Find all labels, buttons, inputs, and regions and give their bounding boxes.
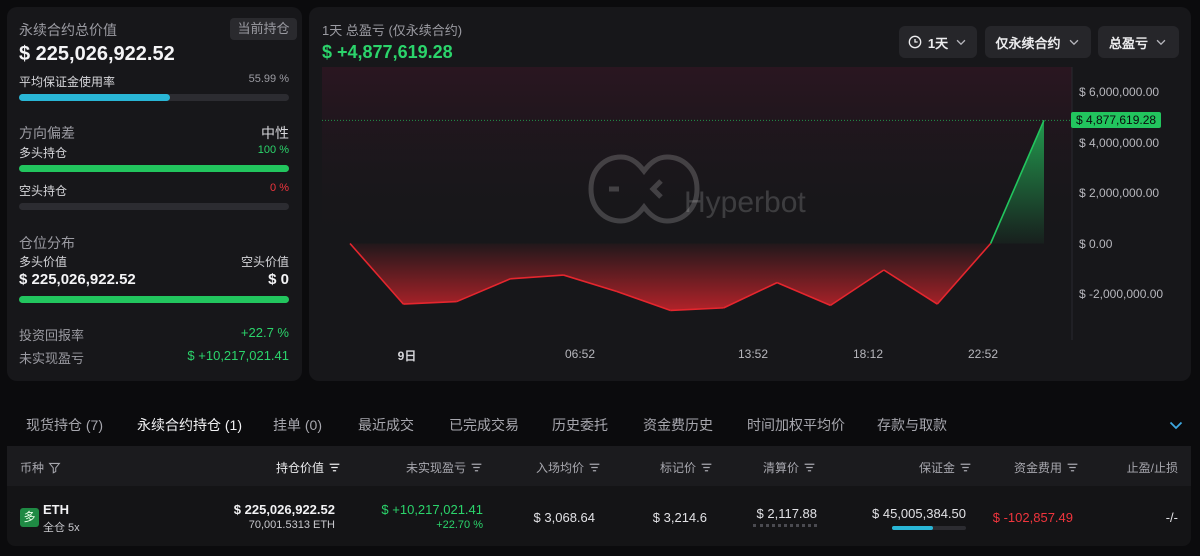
liquidation-price: $ 2,117.88 bbox=[756, 506, 817, 521]
short-position-bar bbox=[19, 203, 289, 210]
header-unrealized-pnl-label: 未实现盈亏 bbox=[405, 461, 466, 475]
roi-label: 投资回报率 bbox=[19, 328, 85, 343]
current-positions-tag[interactable]: 当前持仓 bbox=[230, 18, 297, 40]
header-margin[interactable]: 保证金 bbox=[919, 459, 972, 476]
margin-usage-mini-bar bbox=[892, 526, 966, 530]
sort-icon[interactable] bbox=[328, 461, 341, 474]
long-side-badge: 多 bbox=[20, 508, 39, 527]
x-tick-label: 06:52 bbox=[564, 347, 596, 361]
tab-twap[interactable]: 时间加权平均价 bbox=[747, 415, 845, 435]
header-margin-label: 保证金 bbox=[918, 461, 955, 475]
header-tpsl: 止盈/止损 bbox=[1126, 461, 1178, 475]
header-funding-label: 资金费用 bbox=[1013, 461, 1062, 475]
filter-icon[interactable] bbox=[48, 461, 61, 474]
margin-value: $ 45,005,384.50 bbox=[872, 506, 966, 521]
short-value: $ 0 bbox=[268, 271, 289, 288]
header-entry-price-label: 入场均价 bbox=[535, 461, 584, 475]
tab-recent-fills[interactable]: 最近成交 bbox=[358, 415, 414, 435]
header-position-value-label: 持仓价值 bbox=[275, 461, 324, 475]
summary-title: 永续合约总价值 bbox=[19, 22, 117, 38]
positions-table-header: 币种 持仓价值 未实现盈亏 入场均价 标记价 清算价 保证金 资金费用 止盈/止… bbox=[7, 446, 1191, 486]
funding-fee: $ -102,857.49 bbox=[992, 510, 1073, 525]
margin-usage-label: 平均保证金使用率 bbox=[19, 75, 116, 89]
y-tick-label: $ 2,000,000.00 bbox=[1079, 186, 1160, 200]
long-value-label: 多头价值 bbox=[19, 255, 68, 269]
tpsl-value[interactable]: -/- bbox=[1166, 510, 1178, 525]
unrealized-pnl-label: 未实现盈亏 bbox=[19, 351, 85, 366]
margin-usage-bar-fill bbox=[19, 94, 170, 101]
header-mark-price[interactable]: 标记价 bbox=[660, 459, 713, 476]
header-unrealized-pnl[interactable]: 未实现盈亏 bbox=[406, 459, 483, 476]
y-tick-label: $ -2,000,000.00 bbox=[1079, 287, 1164, 301]
tab-completed-trades[interactable]: 已完成交易 bbox=[449, 415, 519, 435]
roi-value: +22.7 % bbox=[240, 325, 289, 340]
header-mark-price-label: 标记价 bbox=[659, 461, 696, 475]
y-tick-label: $ 0.00 bbox=[1079, 236, 1113, 251]
y-tick-label: $ 6,000,000.00 bbox=[1079, 85, 1160, 99]
tab-funding-history[interactable]: 资金费历史 bbox=[643, 415, 713, 435]
tab-order-history[interactable]: 历史委托 bbox=[552, 415, 608, 435]
sort-icon[interactable] bbox=[803, 461, 816, 474]
sort-icon[interactable] bbox=[1066, 461, 1079, 474]
margin-usage-mini-bar-fill bbox=[892, 526, 933, 530]
total-value: $ 225,026,922.52 bbox=[19, 43, 175, 65]
margin-usage-bar bbox=[19, 94, 289, 101]
long-position-bar-fill bbox=[19, 165, 289, 172]
mark-price: $ 3,214.6 bbox=[652, 510, 707, 525]
coin-symbol[interactable]: ETH bbox=[43, 502, 69, 517]
x-tick-label: 13:52 bbox=[737, 347, 769, 361]
short-value-label: 空头价值 bbox=[240, 255, 289, 269]
long-position-value: 100 % bbox=[257, 144, 289, 156]
x-tick-label: 9日 bbox=[397, 349, 417, 363]
long-value: $ 225,026,922.52 bbox=[19, 271, 136, 288]
header-position-value[interactable]: 持仓价值 bbox=[276, 459, 341, 476]
bias-label: 方向偏差 bbox=[19, 125, 75, 141]
chart-background-glow bbox=[322, 67, 1072, 247]
header-coin-label: 币种 bbox=[20, 461, 45, 475]
liquidation-distance-indicator bbox=[753, 524, 817, 527]
pnl-chart: Hyperbot bbox=[322, 67, 1073, 340]
distribution-bar-fill bbox=[19, 296, 289, 303]
position-value: $ 225,026,922.52 bbox=[233, 502, 335, 517]
sort-icon[interactable] bbox=[588, 461, 601, 474]
unrealized-pnl-pct: +22.70 % bbox=[436, 519, 483, 531]
watermark-text: Hyperbot bbox=[684, 186, 806, 219]
distribution-label: 仓位分布 bbox=[19, 235, 75, 251]
margin-mode: 全仓 5x bbox=[43, 522, 80, 534]
short-position-value: 0 % bbox=[270, 182, 289, 194]
tab-spot-holdings[interactable]: 现货持仓 (7) bbox=[26, 415, 103, 435]
header-funding[interactable]: 资金费用 bbox=[1014, 459, 1079, 476]
positions-tabs: 现货持仓 (7) 永续合约持仓 (1) 挂单 (0) 最近成交 已完成交易 历史… bbox=[0, 400, 1200, 446]
header-liq-price-label: 清算价 bbox=[762, 461, 799, 475]
sort-icon[interactable] bbox=[700, 461, 713, 474]
entry-price: $ 3,068.64 bbox=[533, 510, 595, 525]
header-entry-price[interactable]: 入场均价 bbox=[536, 459, 601, 476]
x-tick-label: 22:52 bbox=[967, 347, 999, 361]
unrealized-pnl-value: $ +10,217,021.41 bbox=[187, 348, 289, 363]
bias-value: 中性 bbox=[261, 125, 289, 141]
distribution-bar bbox=[19, 296, 289, 303]
unrealized-pnl: $ +10,217,021.41 bbox=[381, 502, 483, 517]
header-liq-price[interactable]: 清算价 bbox=[763, 459, 816, 476]
sort-icon[interactable] bbox=[959, 461, 972, 474]
table-row[interactable]: 多 ETH 全仓 5x $ 225,026,922.52 70,001.5313… bbox=[7, 486, 1191, 546]
sort-icon[interactable] bbox=[470, 461, 483, 474]
position-size: 70,001.5313 ETH bbox=[248, 519, 335, 531]
tab-deposits-withdrawals[interactable]: 存款与取款 bbox=[877, 415, 947, 435]
margin-usage-value: 55.99 % bbox=[248, 73, 289, 85]
tab-perp-positions[interactable]: 永续合约持仓 (1) bbox=[137, 415, 242, 435]
x-tick-label: 18:12 bbox=[852, 347, 884, 361]
header-coin[interactable]: 币种 bbox=[20, 459, 61, 476]
long-position-label: 多头持仓 bbox=[19, 146, 68, 160]
y-tick-label: $ 4,000,000.00 bbox=[1079, 135, 1160, 150]
tab-open-orders[interactable]: 挂单 (0) bbox=[273, 415, 322, 435]
current-value-tag: $ 4,877,619.28 bbox=[1071, 112, 1162, 129]
portfolio-summary-panel: 永续合约总价值 当前持仓 $ 225,026,922.52 平均保证金使用率 5… bbox=[7, 7, 302, 381]
long-position-bar bbox=[19, 165, 289, 172]
short-position-label: 空头持仓 bbox=[19, 184, 68, 198]
chevron-down-icon[interactable] bbox=[1168, 417, 1184, 433]
pnl-chart-panel: 1天 总盈亏 (仅永续合约) $ +4,877,619.28 1天 仅永续合约 … bbox=[309, 7, 1191, 381]
